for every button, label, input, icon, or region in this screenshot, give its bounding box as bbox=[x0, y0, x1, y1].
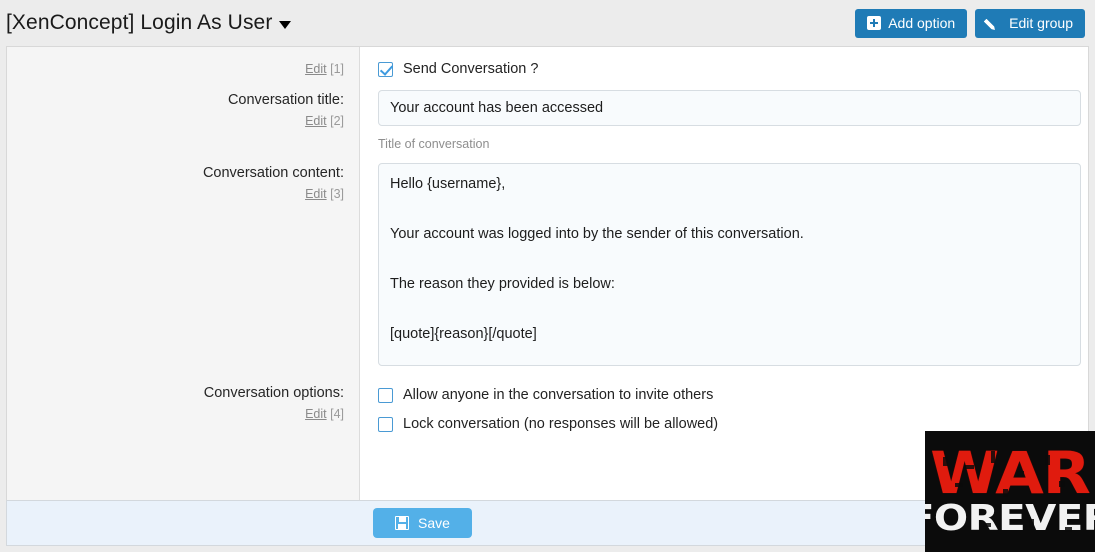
form-rows: Edit [1] Send Conversation ? Conversatio… bbox=[7, 47, 1088, 501]
edit-link[interactable]: Edit bbox=[305, 114, 327, 128]
save-button[interactable]: Save bbox=[373, 508, 472, 538]
row-label-conversation-content: Conversation content: Edit [3] bbox=[7, 151, 360, 203]
conversation-title-hint: Title of conversation bbox=[378, 137, 490, 152]
send-conversation-checkbox-row[interactable]: Send Conversation ? bbox=[378, 59, 1078, 77]
war-forever-watermark: WAR FOREVER bbox=[925, 431, 1095, 552]
watermark-speck bbox=[965, 465, 974, 469]
option-invite-others-row[interactable]: Allow anyone in the conversation to invi… bbox=[378, 385, 1078, 403]
label-text-conversation-options: Conversation options: bbox=[203, 385, 344, 402]
form-row-conversation-content: Conversation content: Edit [3] bbox=[7, 151, 1088, 371]
edit-link-row3: Edit [3] bbox=[17, 185, 344, 203]
label-text-conversation-title: Conversation title: bbox=[227, 92, 344, 109]
pencil-icon bbox=[987, 16, 1002, 31]
edit-link-row2: Edit [2] bbox=[17, 112, 344, 130]
save-button-label: Save bbox=[418, 515, 450, 531]
option-lock-conversation-checkbox[interactable] bbox=[378, 416, 393, 432]
edit-index: [4] bbox=[330, 407, 344, 422]
watermark-speck bbox=[1059, 481, 1065, 487]
conversation-title-input[interactable] bbox=[378, 90, 1081, 127]
page-header: [XenConcept] Login As User Add option Ed… bbox=[0, 0, 1095, 46]
label-text-conversation-content: Conversation content: bbox=[202, 165, 344, 182]
row-field-conversation-title: Title of conversation bbox=[360, 78, 1088, 152]
send-conversation-label[interactable]: Send Conversation ? bbox=[403, 61, 538, 77]
page-title: [XenConcept] Login As User bbox=[6, 11, 273, 34]
conversation-options-list: Allow anyone in the conversation to invi… bbox=[378, 383, 1078, 432]
caret-down-icon[interactable] bbox=[279, 21, 292, 29]
row-label-send-conversation: Edit [1] bbox=[7, 47, 360, 78]
edit-link[interactable]: Edit bbox=[305, 62, 327, 76]
edit-index: [1] bbox=[330, 62, 344, 76]
conversation-content-textarea[interactable] bbox=[378, 163, 1081, 367]
watermark-speck bbox=[955, 483, 963, 487]
watermark-speck bbox=[1029, 519, 1034, 528]
watermark-speck bbox=[1065, 527, 1072, 532]
edit-link-row1: Edit [1] bbox=[17, 60, 344, 78]
send-conversation-checkbox[interactable] bbox=[378, 61, 393, 77]
add-option-button[interactable]: Add option bbox=[855, 8, 968, 38]
floppy-disk-icon bbox=[395, 516, 409, 530]
watermark-speck bbox=[983, 523, 991, 527]
header-actions: Add option Edit group bbox=[855, 8, 1085, 38]
watermark-speck bbox=[947, 517, 953, 524]
watermark-speck bbox=[1017, 471, 1024, 476]
add-option-label: Add option bbox=[888, 15, 956, 31]
watermark-speck bbox=[1045, 455, 1050, 465]
row-field-conversation-options: Allow anyone in the conversation to invi… bbox=[360, 371, 1088, 432]
row-label-conversation-title: Conversation title: Edit [2] bbox=[7, 78, 360, 130]
watermark-speck bbox=[991, 451, 995, 463]
edit-index: [2] bbox=[330, 114, 344, 129]
form-row-conversation-options: Conversation options: Edit [4] Allow any… bbox=[7, 371, 1088, 432]
watermark-line-1: WAR bbox=[930, 438, 1091, 507]
plus-square-icon bbox=[867, 16, 882, 30]
edit-link[interactable]: Edit bbox=[305, 187, 327, 201]
page-title-dropdown[interactable]: [XenConcept] Login As User bbox=[6, 11, 292, 35]
option-invite-others-checkbox[interactable] bbox=[378, 387, 393, 403]
watermark-speck bbox=[943, 457, 948, 466]
row-label-conversation-options: Conversation options: Edit [4] bbox=[7, 371, 360, 423]
edit-group-button[interactable]: Edit group bbox=[975, 8, 1085, 38]
form-row-send-conversation: Edit [1] Send Conversation ? bbox=[7, 47, 1088, 78]
option-invite-others-label[interactable]: Allow anyone in the conversation to invi… bbox=[403, 387, 713, 403]
edit-group-label: Edit group bbox=[1009, 15, 1073, 31]
option-lock-conversation-row[interactable]: Lock conversation (no responses will be … bbox=[378, 414, 1078, 432]
edit-link-row4: Edit [4] bbox=[17, 405, 344, 423]
edit-index: [3] bbox=[330, 187, 344, 202]
row-field-conversation-content bbox=[360, 151, 1088, 371]
watermark-speck bbox=[1003, 489, 1008, 497]
form-row-conversation-title: Conversation title: Edit [2] Title of co… bbox=[7, 78, 1088, 151]
row-field-send-conversation: Send Conversation ? bbox=[360, 47, 1088, 77]
option-lock-conversation-label[interactable]: Lock conversation (no responses will be … bbox=[403, 416, 718, 432]
edit-link[interactable]: Edit bbox=[305, 407, 327, 421]
